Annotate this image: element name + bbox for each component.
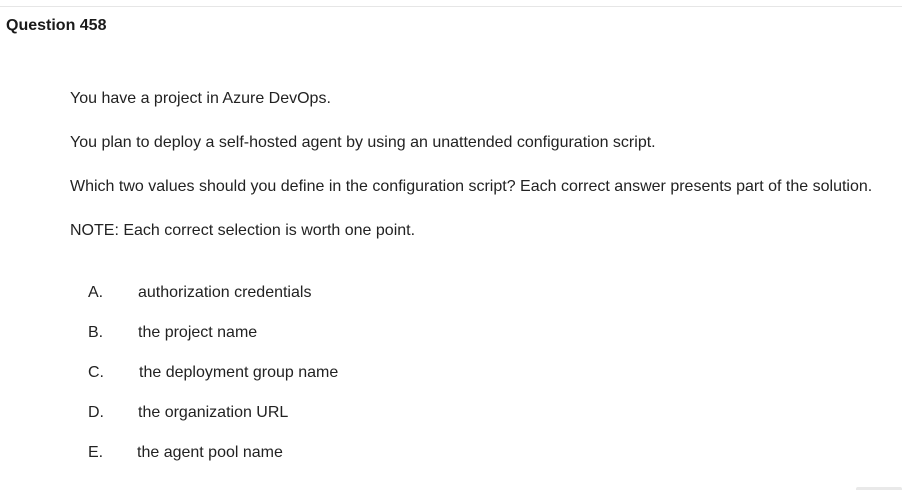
question-note: NOTE: Each correct selection is worth on… [70,222,416,239]
question-paragraph-2: You plan to deploy a self-hosted agent b… [70,134,656,151]
answer-option-a[interactable]: A. authorization credentials [88,284,588,306]
option-letter: E. [88,444,104,461]
option-text: authorization credentials [138,284,312,301]
answer-option-d[interactable]: D. the organization URL [88,404,588,426]
option-text: the project name [138,324,258,341]
option-text: the organization URL [138,404,289,421]
option-letter: B. [88,324,104,341]
option-text: the agent pool name [137,444,283,461]
option-text: the deployment group name [139,364,339,381]
option-letter: A. [88,284,104,301]
question-page: Question 458 You have a project in Azure… [0,0,902,490]
answer-option-c[interactable]: C. the deployment group name [88,364,588,386]
answer-option-b[interactable]: B. the project name [88,324,588,346]
top-divider [0,6,902,7]
question-paragraph-3: Which two values should you define in th… [70,178,873,195]
option-letter: D. [88,404,104,421]
option-letter: C. [88,364,104,381]
answer-option-e[interactable]: E. the agent pool name [88,444,588,466]
question-title: Question 458 [6,17,107,34]
question-paragraph-1: You have a project in Azure DevOps. [70,90,331,107]
